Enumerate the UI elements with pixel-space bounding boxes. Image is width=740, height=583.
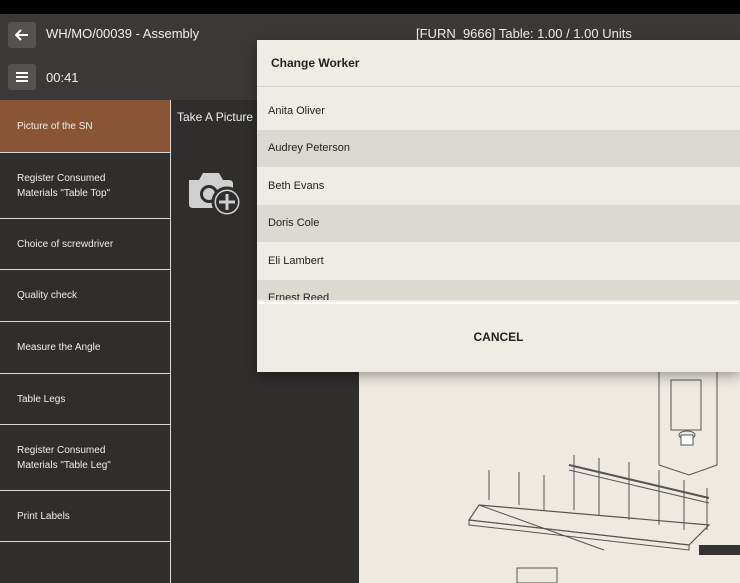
step-quality-check[interactable]: Quality check (0, 270, 170, 322)
worker-list[interactable]: Anita Oliver Audrey Peterson Beth Evans … (257, 92, 740, 300)
product-info: [FURN_9666] Table: 1.00 / 1.00 Units (416, 26, 632, 41)
change-worker-dialog: Change Worker Anita Oliver Audrey Peters… (257, 40, 740, 372)
step-choice-of-screwdriver[interactable]: Choice of screwdriver (0, 219, 170, 270)
worker-doris-cole[interactable]: Doris Cole (257, 204, 740, 242)
worker-anita-oliver[interactable]: Anita Oliver (257, 92, 740, 130)
step-register-table-leg[interactable]: Register Consumed Materials "Table Leg" (0, 425, 170, 491)
take-picture-label: Take A Picture (177, 110, 254, 124)
worker-beth-evans[interactable]: Beth Evans (257, 167, 740, 205)
camera-plus-icon (189, 173, 243, 218)
step-picture-of-sn[interactable]: Picture of the SN (0, 100, 170, 153)
worker-eli-lambert[interactable]: Eli Lambert (257, 242, 740, 280)
step-table-legs[interactable]: Table Legs (0, 374, 170, 425)
step-register-table-top[interactable]: Register Consumed Materials "Table Top" (0, 153, 170, 219)
worker-audrey-peterson[interactable]: Audrey Peterson (257, 129, 740, 167)
timer: 00:41 (46, 70, 79, 85)
cancel-label: CANCEL (473, 330, 524, 344)
steps-sidebar: Picture of the SN Register Consumed Mate… (0, 100, 170, 583)
dialog-title: Change Worker (257, 40, 740, 87)
mo-title: WH/MO/00039 - Assembly (46, 26, 200, 41)
step-print-labels[interactable]: Print Labels (0, 491, 170, 542)
back-button[interactable] (8, 22, 36, 48)
assembly-drawing (467, 370, 740, 583)
arrow-left-icon (15, 29, 28, 41)
add-picture-button[interactable] (185, 168, 243, 223)
step-measure-angle[interactable]: Measure the Angle (0, 322, 170, 374)
instruction-drawing (359, 370, 740, 583)
worker-ernest-reed[interactable]: Ernest Reed (257, 279, 740, 300)
hamburger-icon (16, 72, 28, 82)
menu-button[interactable] (8, 64, 36, 90)
cancel-button[interactable]: CANCEL (259, 302, 738, 370)
status-bar (0, 0, 740, 14)
